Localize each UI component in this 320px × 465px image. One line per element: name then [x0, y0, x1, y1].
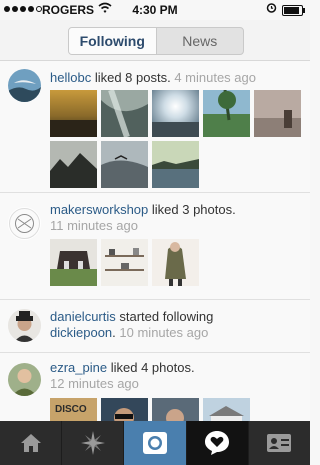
photo-thumbnail[interactable] [152, 239, 199, 286]
photo-thumbnail[interactable] [152, 398, 199, 421]
battery-level [284, 7, 299, 14]
activity-text: ezra_pine liked 4 photos. 12 minutes ago [50, 360, 195, 391]
photo-thumbnail[interactable] [203, 398, 250, 421]
photo-thumbnail[interactable] [101, 89, 148, 138]
activity-text: danielcurtis started following dickiepoo… [50, 309, 214, 340]
list-item: danielcurtis started following dickiepoo… [0, 300, 310, 353]
photo-thumbnail[interactable] [50, 90, 97, 137]
tab-activity[interactable] [186, 421, 249, 465]
photo-thumbnail[interactable] [152, 141, 199, 188]
tab-home[interactable] [0, 421, 63, 465]
svg-text:DISCO: DISCO [55, 404, 87, 415]
target-username-link[interactable]: dickiepoon [50, 325, 112, 340]
tab-camera[interactable] [124, 421, 187, 465]
activity-text: hellobc liked 8 posts. 4 minutes ago [50, 70, 256, 85]
list-item: hellobc liked 8 posts. 4 minutes ago [0, 61, 310, 193]
timestamp: 11 minutes ago [50, 218, 138, 233]
photo-thumbnail[interactable]: DISCO [50, 398, 97, 421]
explore-icon [80, 431, 105, 455]
tab-news[interactable]: News [157, 28, 244, 54]
list-item: makersworkshop liked 3 photos. 11 minute… [0, 193, 310, 300]
photo-thumbnail[interactable] [254, 90, 301, 137]
photo-thumbnail[interactable] [101, 239, 148, 286]
username-link[interactable]: makersworkshop [50, 202, 148, 217]
avatar[interactable] [8, 207, 41, 240]
username-link[interactable]: ezra_pine [50, 360, 107, 375]
profile-icon [267, 434, 292, 452]
clock: 4:30 PM [132, 3, 178, 17]
username-link[interactable]: hellobc [50, 70, 91, 85]
photo-thumbnail[interactable] [152, 90, 199, 137]
tab-profile[interactable] [249, 421, 310, 465]
photo-thumbnail[interactable] [50, 141, 97, 188]
alarm-icon [266, 2, 277, 16]
timestamp: 10 minutes ago [119, 325, 209, 340]
timestamp: 12 minutes ago [50, 376, 139, 391]
avatar[interactable] [8, 363, 41, 396]
activity-feed: hellobc liked 8 posts. 4 minutes ago mak… [0, 61, 310, 421]
photo-thumbnail[interactable] [203, 89, 250, 137]
username-link[interactable]: danielcurtis [50, 309, 116, 324]
activity-text: makersworkshop liked 3 photos. 11 minute… [50, 202, 236, 233]
tab-following[interactable]: Following [69, 28, 157, 54]
photo-thumbnail[interactable] [50, 239, 97, 286]
feed-segmented-control: Following News [68, 27, 244, 55]
tab-explore[interactable] [62, 421, 125, 465]
activity-icon [205, 431, 230, 455]
timestamp: 4 minutes ago [174, 70, 256, 85]
home-icon [20, 434, 41, 452]
photo-thumbnail[interactable] [101, 398, 148, 421]
camera-icon [143, 432, 167, 454]
photo-thumbnail[interactable] [101, 141, 148, 188]
header: Following News [0, 20, 310, 61]
tab-bar [0, 421, 310, 465]
status-bar: ROGERS 4:30 PM [0, 0, 310, 20]
battery-icon [282, 5, 305, 16]
avatar[interactable] [8, 309, 41, 342]
avatar[interactable] [8, 69, 41, 102]
list-item: ezra_pine liked 4 photos. 12 minutes ago… [0, 353, 310, 421]
